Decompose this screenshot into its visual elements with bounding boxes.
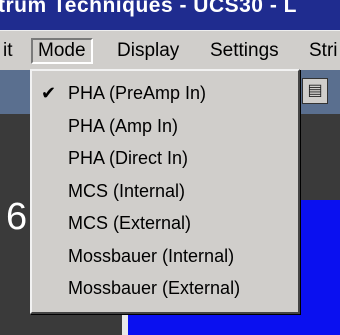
workarea-glyph: 6 bbox=[6, 196, 28, 238]
menu-item-label: Mossbauer (External) bbox=[68, 278, 241, 298]
menu-edit[interactable]: it bbox=[0, 38, 18, 64]
document-icon[interactable]: ▤ bbox=[302, 78, 328, 104]
menu-item-label: MCS (Internal) bbox=[68, 180, 186, 201]
menu-item-mcs-external[interactable]: MCS (External) bbox=[32, 207, 298, 240]
menu-item-label: PHA (Amp In) bbox=[68, 115, 179, 136]
check-icon: ✔ bbox=[41, 83, 57, 103]
menu-item-mossbauer-external[interactable]: Mossbauer (External) bbox=[32, 272, 298, 305]
menu-item-pha-direct-in[interactable]: PHA (Direct In) bbox=[32, 142, 298, 175]
mode-dropdown-menu: ✔ PHA (PreAmp In) PHA (Amp In) PHA (Dire… bbox=[30, 69, 300, 314]
menu-bar: it Mode Display Settings Stri bbox=[0, 30, 340, 71]
menu-display[interactable]: Display bbox=[112, 38, 184, 64]
menu-item-pha-amp-in[interactable]: PHA (Amp In) bbox=[32, 110, 298, 143]
menu-item-mcs-internal[interactable]: MCS (Internal) bbox=[32, 175, 298, 208]
menu-item-label: MCS (External) bbox=[68, 213, 192, 233]
window-title: trum Techniques - UCS30 - L bbox=[0, 0, 297, 17]
menu-mode[interactable]: Mode bbox=[31, 38, 93, 64]
menu-settings[interactable]: Settings bbox=[205, 38, 284, 64]
menu-item-label: Mossbauer (Internal) bbox=[68, 245, 235, 266]
menu-item-mossbauer-internal[interactable]: Mossbauer (Internal) bbox=[32, 240, 298, 273]
menu-item-label: PHA (PreAmp In) bbox=[68, 83, 207, 103]
window-title-bar[interactable]: trum Techniques - UCS30 - L bbox=[0, 0, 340, 30]
menu-strip[interactable]: Stri bbox=[304, 38, 340, 64]
menu-item-label: PHA (Direct In) bbox=[68, 148, 189, 168]
menu-item-pha-preamp-in[interactable]: ✔ PHA (PreAmp In) bbox=[32, 77, 298, 110]
